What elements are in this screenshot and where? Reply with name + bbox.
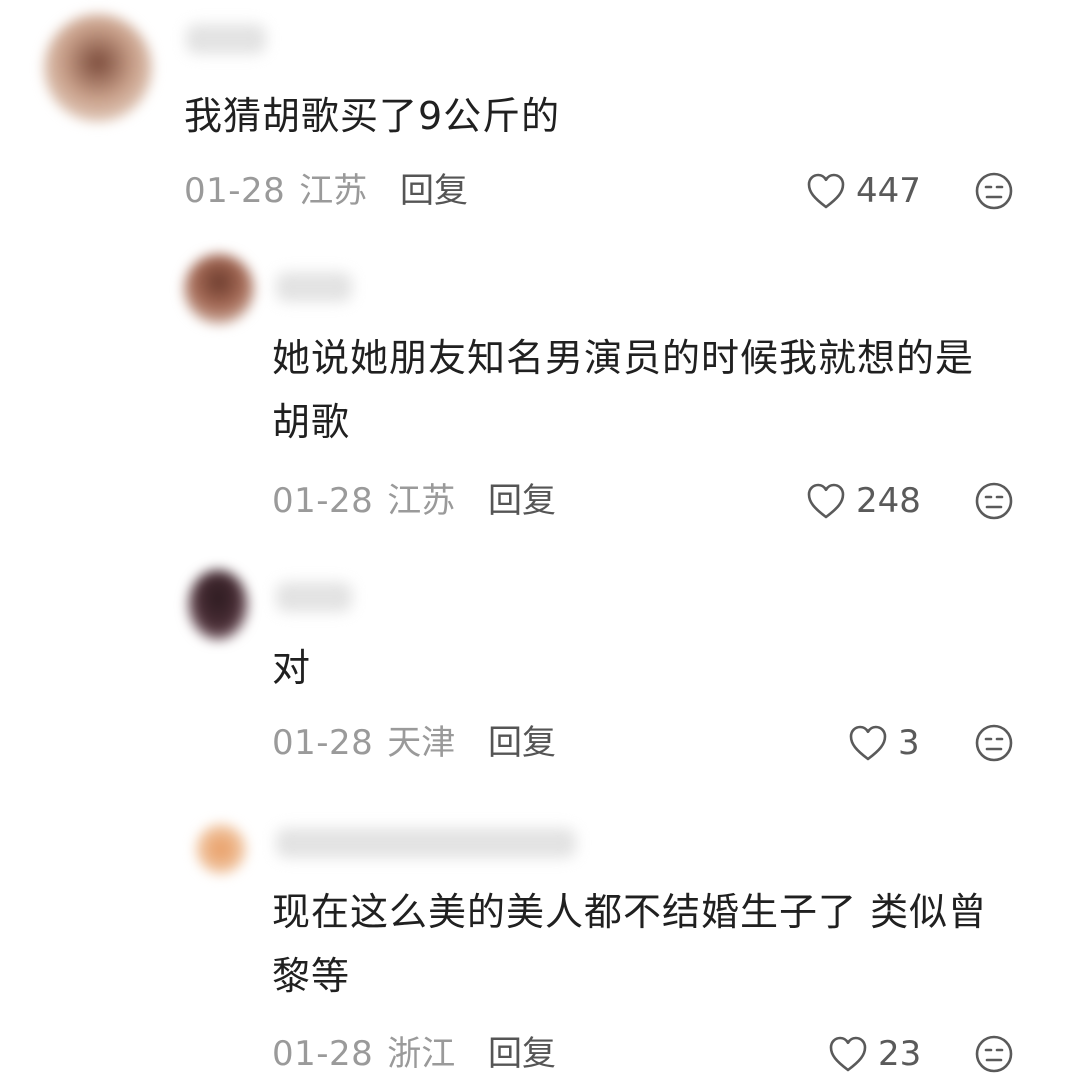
comment-date: 01-28	[272, 723, 374, 763]
like-count: 3	[898, 723, 920, 763]
reply-button[interactable]: 回复	[400, 171, 468, 211]
comment-date: 01-28	[272, 1034, 374, 1074]
comment-meta: 01-28 天津	[272, 723, 455, 763]
username-blurred[interactable]	[276, 272, 352, 302]
username-blurred[interactable]	[276, 582, 352, 612]
like-count: 248	[856, 481, 921, 521]
avatar[interactable]	[184, 254, 254, 324]
like-button[interactable]: 447	[806, 171, 921, 211]
comment-text: 她说她朋友知名男演员的时候我就想的是 胡歌	[272, 336, 975, 444]
comment-date: 01-28	[184, 171, 286, 211]
like-count: 23	[878, 1034, 922, 1074]
reply-button[interactable]: 回复	[488, 723, 556, 763]
comment-text: 对	[272, 646, 312, 690]
heart-outline-icon	[806, 172, 846, 210]
comment-meta: 01-28 浙江	[272, 1034, 455, 1074]
comment-meta: 01-28 江苏	[272, 481, 455, 521]
heart-outline-icon	[848, 724, 888, 762]
reply-button[interactable]: 回复	[488, 1034, 556, 1074]
neutral-face-icon	[974, 482, 1014, 525]
like-button[interactable]: 23	[828, 1034, 921, 1074]
username-blurred[interactable]	[186, 24, 266, 54]
neutral-face-icon	[974, 1035, 1014, 1078]
neutral-face-icon	[974, 724, 1014, 767]
comment-meta: 01-28 江苏	[184, 171, 367, 211]
avatar[interactable]	[188, 570, 248, 640]
comment-location: 江苏	[387, 481, 456, 521]
neutral-face-icon	[974, 172, 1014, 215]
username-blurred[interactable]	[276, 828, 576, 858]
dislike-button[interactable]	[974, 1034, 1014, 1074]
comment-location: 江苏	[299, 171, 368, 211]
dislike-button[interactable]	[974, 171, 1014, 211]
heart-outline-icon	[806, 482, 846, 520]
comment-text: 现在这么美的美人都不结婚生子了 类似曾 黎等	[272, 890, 988, 998]
avatar[interactable]	[44, 14, 152, 122]
avatar[interactable]	[196, 824, 246, 874]
comment-2: 她说她朋友知名男演员的时候我就想的是 胡歌 01-28 江苏 回复 248	[0, 240, 1080, 540]
comment-3: 对 01-28 天津 回复 3	[0, 560, 1080, 790]
reply-button[interactable]: 回复	[488, 481, 556, 521]
comment-1: 我猜胡歌买了9公斤的 01-28 江苏 回复 447	[0, 0, 1080, 220]
comment-text: 我猜胡歌买了9公斤的	[184, 94, 561, 138]
like-button[interactable]: 3	[848, 723, 920, 763]
comment-location: 天津	[387, 723, 456, 763]
heart-outline-icon	[828, 1035, 868, 1073]
comment-date: 01-28	[272, 481, 374, 521]
comment-location: 浙江	[387, 1034, 456, 1074]
dislike-button[interactable]	[974, 481, 1014, 521]
like-button[interactable]: 248	[806, 481, 921, 521]
comment-4: 现在这么美的美人都不结婚生子了 类似曾 黎等 01-28 浙江 回复 23	[0, 800, 1080, 1091]
dislike-button[interactable]	[974, 723, 1014, 763]
like-count: 447	[856, 171, 921, 211]
